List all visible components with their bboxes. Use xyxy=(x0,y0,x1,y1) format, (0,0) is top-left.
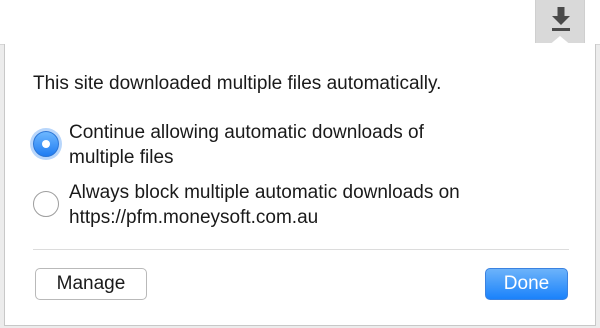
option-allow-line1: Continue allowing automatic downloads of xyxy=(69,122,424,143)
option-allow-line2: multiple files xyxy=(69,147,174,168)
option-always-block[interactable]: Always block multiple automatic download… xyxy=(33,180,573,230)
manage-button[interactable]: Manage xyxy=(35,268,147,300)
browser-toolbar xyxy=(0,0,600,45)
bubble-title: This site downloaded multiple files auto… xyxy=(33,73,442,94)
radio-block-unselected[interactable] xyxy=(33,191,59,217)
option-block-line1: Always block multiple automatic download… xyxy=(69,182,460,203)
option-block-label: Always block multiple automatic download… xyxy=(69,180,460,230)
option-continue-allowing[interactable]: Continue allowing automatic downloads of… xyxy=(33,120,573,170)
option-allow-label: Continue allowing automatic downloads of… xyxy=(69,120,424,170)
download-arrow-icon xyxy=(552,7,570,31)
multiple-downloads-bubble: This site downloaded multiple files auto… xyxy=(4,44,596,326)
done-button[interactable]: Done xyxy=(485,268,568,300)
radio-allow-selected[interactable] xyxy=(33,131,59,157)
divider xyxy=(33,249,569,250)
option-block-line2: https://pfm.moneysoft.com.au xyxy=(69,207,319,228)
